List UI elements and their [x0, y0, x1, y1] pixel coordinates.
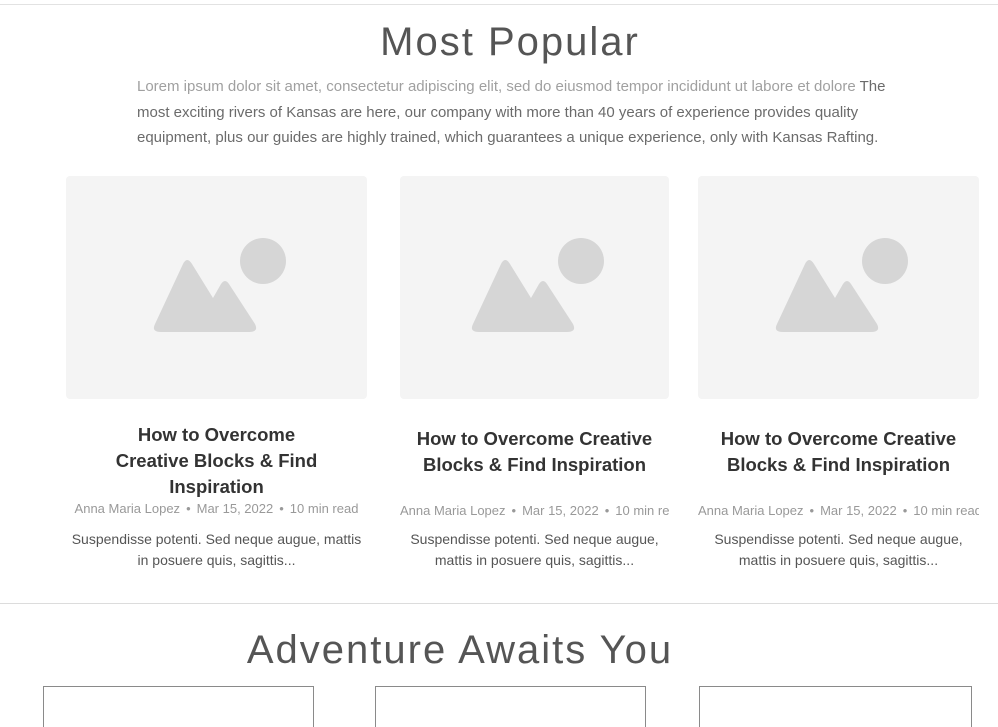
meta-separator: •: [809, 503, 815, 518]
section-title-most-popular: Most Popular: [380, 20, 640, 64]
card-date: Mar 15, 2022: [522, 503, 599, 518]
card-author: Anna Maria Lopez: [400, 503, 506, 518]
card-read-time: 10 min read: [615, 503, 669, 518]
card-author: Anna Maria Lopez: [74, 501, 181, 516]
card-author: Anna Maria Lopez: [698, 503, 804, 518]
card-excerpt: Suspendisse potenti. Sed neque augue, ma…: [714, 531, 963, 568]
card-title[interactable]: How to Overcome Creative Blocks & Find I…: [698, 426, 979, 478]
image-placeholder-icon: [153, 237, 286, 332]
meta-separator: •: [511, 503, 517, 518]
section-divider: [0, 603, 998, 604]
meta-separator: •: [279, 501, 284, 516]
section-title-adventure: Adventure Awaits You: [246, 628, 674, 672]
card-meta: Anna Maria Lopez • Mar 15, 2022 • 10 min rea…: [400, 502, 669, 520]
card-image[interactable]: [400, 176, 669, 399]
top-divider: [0, 4, 998, 5]
card-excerpt: Suspendisse potenti. Sed neque augue, ma…: [410, 531, 659, 568]
meta-separator: •: [902, 503, 908, 518]
card-date: Mar 15, 2022: [820, 503, 897, 518]
card-title[interactable]: How to Overcome Creative Blocks & Find I…: [400, 426, 669, 478]
card-read-time: 10 min read: [289, 501, 359, 516]
card-read-time: 10 min read: [913, 503, 979, 518]
adventure-card[interactable]: [43, 686, 314, 727]
meta-separator: •: [604, 503, 610, 518]
intro-lorem: Lorem ipsum dolor sit amet, consectetur …: [137, 78, 856, 95]
image-placeholder-icon: [471, 237, 604, 332]
card-image[interactable]: [66, 176, 367, 399]
card-title[interactable]: How to Overcome Creative Blocks & Find I…: [66, 422, 367, 500]
card-date: Mar 15, 2022: [196, 501, 274, 516]
image-placeholder-icon: [775, 237, 908, 332]
meta-separator: •: [186, 501, 191, 516]
card-image[interactable]: [698, 176, 979, 399]
section-intro: Lorem ipsum dolor sit amet, consectetur …: [137, 74, 887, 151]
article-card[interactable]: How to Overcome Creative Blocks & Find I…: [698, 176, 979, 576]
adventure-card[interactable]: [699, 686, 972, 727]
adventure-card[interactable]: [375, 686, 646, 727]
card-meta: Anna Maria Lopez • Mar 15, 2022 • 10 min rea…: [66, 500, 367, 518]
article-card[interactable]: How to Overcome Creative Blocks & Find I…: [400, 176, 669, 576]
card-meta: Anna Maria Lopez • Mar 15, 2022 • 10 min rea…: [698, 502, 979, 520]
card-excerpt: Suspendisse potenti. Sed neque augue, ma…: [71, 531, 362, 568]
article-card[interactable]: How to Overcome Creative Blocks & Find I…: [66, 176, 367, 576]
